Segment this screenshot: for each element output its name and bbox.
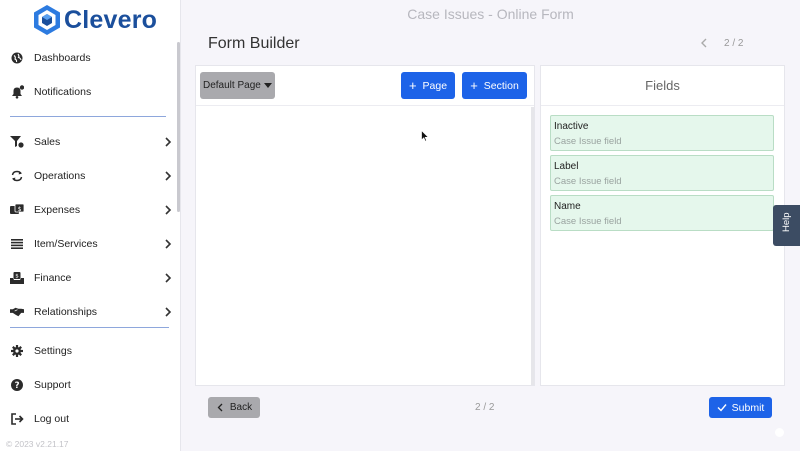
field-name: Inactive bbox=[554, 121, 589, 132]
add-section-label: Section bbox=[483, 79, 519, 92]
list-icon bbox=[10, 237, 24, 251]
field-name: Name bbox=[554, 201, 581, 212]
sidebar-scrollbar[interactable] bbox=[177, 42, 180, 212]
sidebar-item-logout[interactable]: Log out bbox=[0, 405, 178, 433]
pager-top: 2 / 2 bbox=[698, 37, 743, 49]
status-dot bbox=[775, 428, 784, 437]
version-label: © 2023 v2.21.17 bbox=[6, 439, 69, 449]
submit-label: Submit bbox=[731, 401, 765, 414]
check-icon bbox=[717, 404, 727, 412]
sidebar-item-label: Expenses bbox=[34, 204, 81, 216]
sidebar-item-item-services[interactable]: Item/Services bbox=[0, 230, 178, 258]
gear-icon bbox=[10, 344, 24, 358]
inbox-money-icon: $ bbox=[10, 271, 24, 285]
handshake-icon bbox=[10, 305, 24, 319]
svg-text:$: $ bbox=[18, 206, 22, 213]
field-type: Case Issue field bbox=[554, 176, 622, 187]
sync-icon bbox=[10, 169, 24, 183]
sidebar-divider bbox=[10, 116, 166, 117]
question-icon: ? bbox=[10, 378, 24, 392]
pager-bottom: 2 / 2 bbox=[475, 402, 495, 413]
field-card-name[interactable]: Name Case Issue field bbox=[550, 195, 774, 231]
plus-icon: + bbox=[408, 78, 417, 93]
pager-text: 2 / 2 bbox=[724, 37, 744, 49]
chevron-left-icon[interactable] bbox=[698, 37, 710, 49]
sidebar-item-relationships[interactable]: Relationships bbox=[0, 298, 178, 326]
sidebar-item-label: Notifications bbox=[34, 86, 92, 98]
chevron-right-icon bbox=[165, 205, 172, 215]
fields-panel: Fields Inactive Case Issue field Label C… bbox=[540, 65, 785, 386]
field-type: Case Issue field bbox=[554, 216, 622, 227]
money-icon: $ bbox=[10, 203, 24, 217]
add-page-button[interactable]: + Page bbox=[401, 72, 455, 99]
builder-panel: Default Page + Page + Section bbox=[195, 65, 535, 386]
brand-name: Clevero bbox=[64, 5, 158, 34]
sidebar-item-support[interactable]: ? Support bbox=[0, 371, 178, 399]
sidebar-item-label: Support bbox=[34, 379, 71, 391]
mouse-cursor-icon bbox=[421, 130, 429, 142]
help-label: Help bbox=[781, 212, 792, 232]
sidebar-item-label: Dashboards bbox=[34, 52, 91, 64]
sidebar-item-notifications[interactable]: Notifications bbox=[0, 78, 178, 106]
svg-text:?: ? bbox=[15, 381, 20, 391]
sidebar-divider bbox=[10, 327, 169, 328]
field-name: Label bbox=[554, 161, 579, 172]
help-tab[interactable]: Help bbox=[773, 205, 800, 246]
field-card-label[interactable]: Label Case Issue field bbox=[550, 155, 774, 191]
sidebar-item-expenses[interactable]: $ Expenses bbox=[0, 196, 178, 224]
globe-icon bbox=[10, 51, 24, 65]
canvas-scrollbar[interactable] bbox=[531, 107, 534, 385]
sidebar-item-label: Item/Services bbox=[34, 238, 98, 250]
fields-title: Fields bbox=[541, 66, 784, 106]
page-title: Form Builder bbox=[208, 35, 300, 52]
sidebar-item-label: Relationships bbox=[34, 306, 98, 318]
page-select[interactable]: Default Page bbox=[200, 72, 275, 99]
sidebar-item-settings[interactable]: Settings bbox=[0, 337, 178, 365]
funnel-icon bbox=[10, 135, 24, 149]
add-page-label: Page bbox=[422, 79, 448, 92]
chevron-left-icon bbox=[217, 403, 223, 412]
caret-down-icon bbox=[264, 83, 272, 88]
sidebar: Clevero Dashboards Notifications Sales O… bbox=[0, 0, 181, 451]
back-label: Back bbox=[229, 402, 253, 413]
field-card-inactive[interactable]: Inactive Case Issue field bbox=[550, 115, 774, 151]
back-button[interactable]: Back bbox=[208, 397, 260, 418]
submit-button[interactable]: Submit bbox=[709, 397, 772, 418]
sidebar-item-dashboards[interactable]: Dashboards bbox=[0, 44, 178, 72]
clevero-logo-icon bbox=[34, 5, 60, 35]
window-title: Case Issues - Online Form bbox=[407, 6, 574, 22]
chevron-right-icon bbox=[165, 273, 172, 283]
sidebar-item-label: Operations bbox=[34, 170, 86, 182]
plus-icon: + bbox=[470, 78, 478, 93]
sidebar-item-label: Finance bbox=[34, 272, 72, 284]
chevron-right-icon bbox=[165, 307, 172, 317]
sidebar-item-label: Settings bbox=[34, 345, 72, 357]
svg-text:$: $ bbox=[15, 274, 19, 280]
sidebar-item-label: Sales bbox=[34, 136, 61, 148]
bell-icon bbox=[10, 85, 24, 99]
chevron-right-icon bbox=[165, 171, 172, 181]
page-select-value: Default Page bbox=[203, 80, 261, 91]
logo[interactable]: Clevero bbox=[32, 4, 157, 36]
field-type: Case Issue field bbox=[554, 136, 622, 147]
chevron-right-icon bbox=[165, 239, 172, 249]
builder-toolbar: Default Page + Page + Section bbox=[196, 66, 534, 106]
add-section-button[interactable]: + Section bbox=[462, 72, 527, 99]
sidebar-item-finance[interactable]: $ Finance bbox=[0, 264, 178, 292]
sidebar-item-operations[interactable]: Operations bbox=[0, 162, 178, 190]
chevron-right-icon bbox=[165, 137, 172, 147]
form-canvas[interactable] bbox=[196, 107, 532, 385]
sidebar-item-label: Log out bbox=[34, 413, 70, 425]
sidebar-item-sales[interactable]: Sales bbox=[0, 128, 178, 156]
logout-icon bbox=[10, 412, 24, 426]
